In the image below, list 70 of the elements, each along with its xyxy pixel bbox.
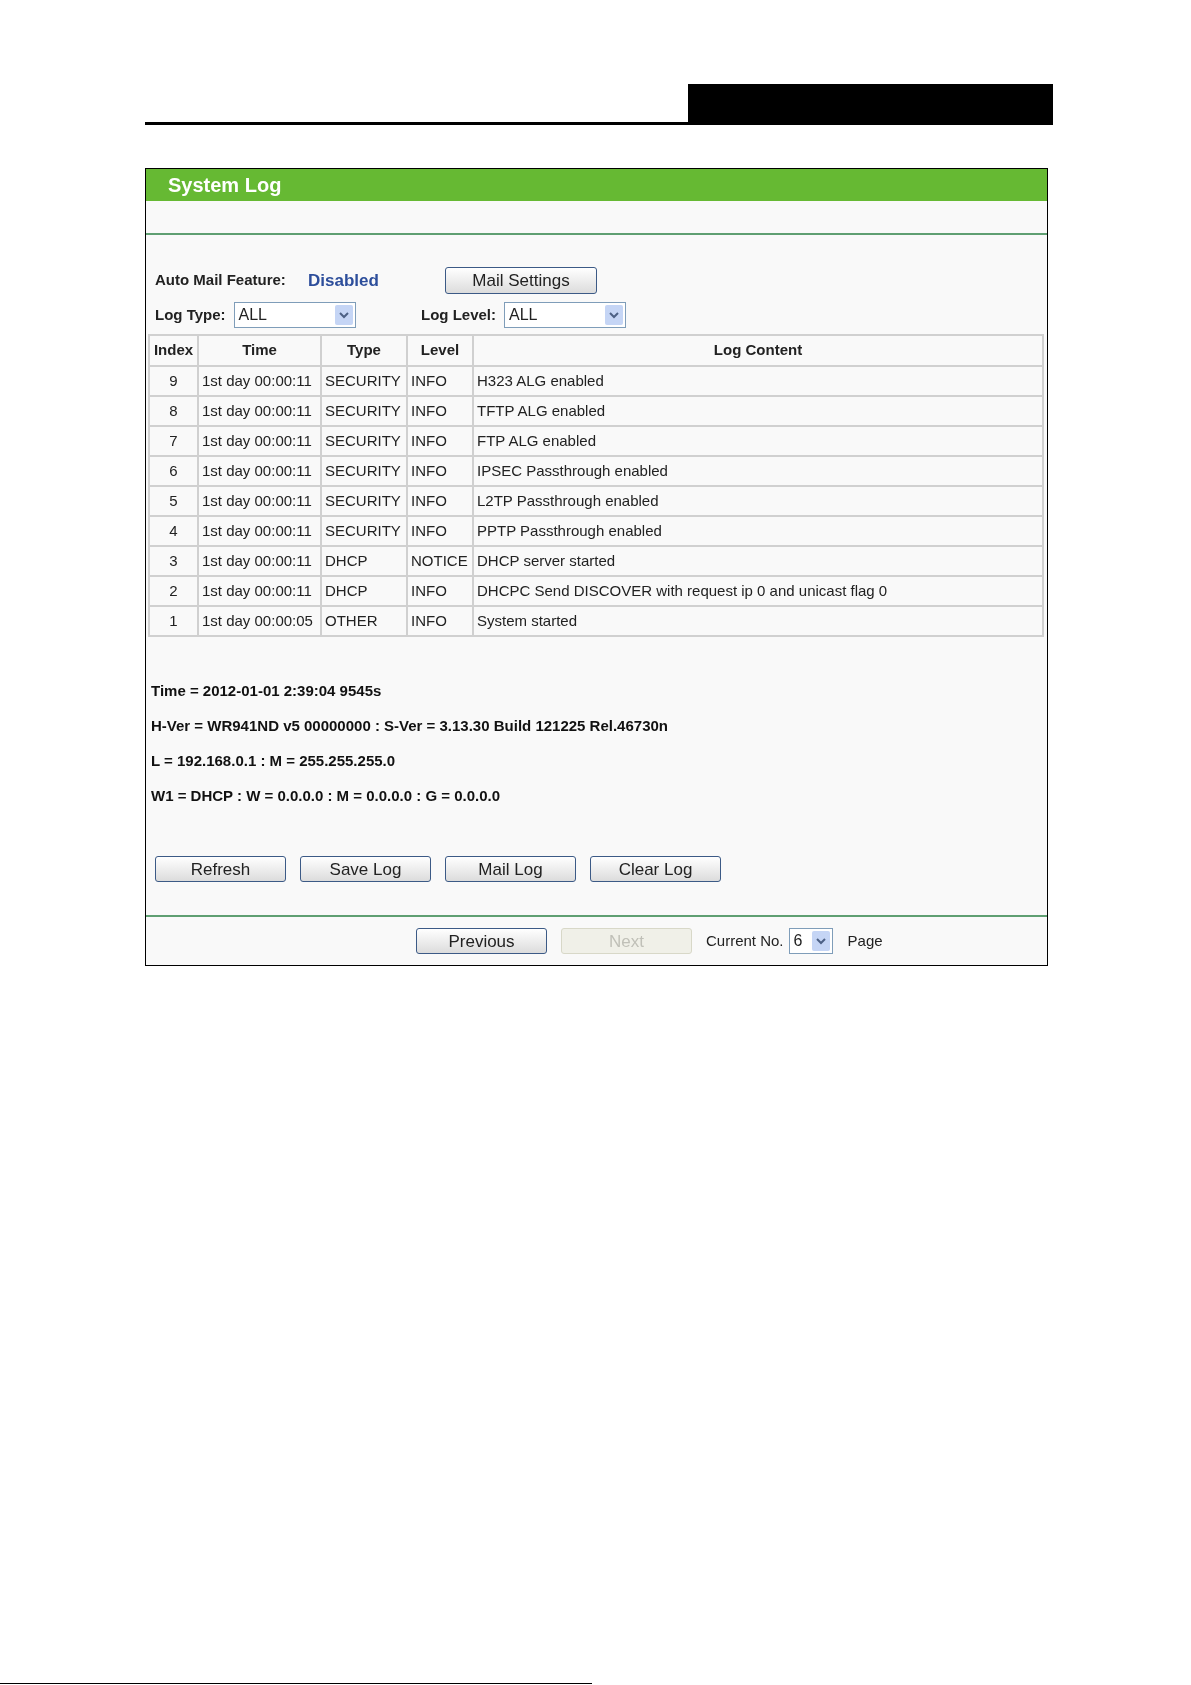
table-cell: 4 <box>149 516 198 546</box>
table-cell: 1st day 00:00:11 <box>198 366 321 396</box>
info-line: W1 = DHCP : W = 0.0.0.0 : M = 0.0.0.0 : G = 0.0.0.0 <box>151 786 502 806</box>
table-cell: INFO <box>407 366 473 396</box>
table-cell: System started <box>473 606 1043 636</box>
column-header: Level <box>407 335 473 366</box>
action-button[interactable]: Save Log <box>300 856 431 882</box>
table-cell: INFO <box>407 576 473 606</box>
info-line: L = 192.168.0.1 : M = 255.255.255.0 <box>151 751 397 771</box>
action-button[interactable]: Refresh <box>155 856 286 882</box>
table-cell: 1st day 00:00:11 <box>198 396 321 426</box>
column-header: Time <box>198 335 321 366</box>
table-cell: 9 <box>149 366 198 396</box>
table-cell: SECURITY <box>321 516 407 546</box>
page-dropdown[interactable]: 6 <box>788 928 833 954</box>
field-label: Page <box>847 930 883 951</box>
column-header: Index <box>149 335 198 366</box>
status-text: Disabled <box>308 269 380 292</box>
table-cell: 5 <box>149 486 198 516</box>
table-cell: PPTP Passthrough enabled <box>473 516 1043 546</box>
table-cell: 1st day 00:00:11 <box>198 456 321 486</box>
info-line: Time = 2012-01-01 2:39:04 9545s <box>151 681 383 701</box>
table-cell: INFO <box>407 606 473 636</box>
table-cell: DHCP <box>321 546 407 576</box>
action-button[interactable]: Mail Log <box>445 856 576 882</box>
table-cell: 1 <box>149 606 198 636</box>
table-cell: L2TP Passthrough enabled <box>473 486 1043 516</box>
table-cell: 1st day 00:00:11 <box>198 576 321 606</box>
table-cell: 7 <box>149 426 198 456</box>
info-line: H-Ver = WR941ND v5 00000000 : S-Ver = 3.13.30 Build 121225 Rel.46730n <box>151 716 669 736</box>
table-cell: INFO <box>407 456 473 486</box>
table-cell: INFO <box>407 426 473 456</box>
field-label: Log Type: <box>155 304 226 325</box>
field-label: Auto Mail Feature: <box>155 270 287 291</box>
field-label: Log Level: <box>421 304 496 325</box>
table-cell: IPSEC Passthrough enabled <box>473 456 1043 486</box>
table-cell: 1st day 00:00:11 <box>198 426 321 456</box>
table-cell: SECURITY <box>321 366 407 396</box>
table-cell: INFO <box>407 486 473 516</box>
table-cell: H323 ALG enabled <box>473 366 1043 396</box>
table-cell: SECURITY <box>321 486 407 516</box>
filter-dropdown[interactable]: ALL <box>233 302 356 328</box>
table-cell: DHCP <box>321 576 407 606</box>
action-button[interactable]: Previous <box>416 928 547 954</box>
table-cell: INFO <box>407 516 473 546</box>
table-cell: 6 <box>149 456 198 486</box>
table-cell: 3 <box>149 546 198 576</box>
action-button[interactable]: Clear Log <box>590 856 721 882</box>
column-header: Type <box>321 335 407 366</box>
table-cell: NOTICE <box>407 546 473 576</box>
field-label: Current No. <box>706 930 784 951</box>
table-cell: DHCPC Send DISCOVER with request ip 0 and unicast flag 0 <box>473 576 1043 606</box>
table-cell: TFTP ALG enabled <box>473 396 1043 426</box>
table-cell: FTP ALG enabled <box>473 426 1043 456</box>
table-cell: 1st day 00:00:11 <box>198 486 321 516</box>
table-cell: INFO <box>407 396 473 426</box>
table-cell: DHCP server started <box>473 546 1043 576</box>
table-cell: OTHER <box>321 606 407 636</box>
table-cell: 1st day 00:00:11 <box>198 546 321 576</box>
table-cell: 8 <box>149 396 198 426</box>
table-cell: SECURITY <box>321 396 407 426</box>
column-header: Log Content <box>473 335 1043 366</box>
table-cell: SECURITY <box>321 456 407 486</box>
filter-dropdown[interactable]: ALL <box>504 302 626 328</box>
table-cell: 2 <box>149 576 198 606</box>
table-cell: 1st day 00:00:11 <box>198 516 321 546</box>
table-cell: 1st day 00:00:05 <box>198 606 321 636</box>
panel-title: System Log <box>146 169 1047 201</box>
mail-settings-button[interactable]: Mail Settings <box>445 267 597 294</box>
table-cell: SECURITY <box>321 426 407 456</box>
